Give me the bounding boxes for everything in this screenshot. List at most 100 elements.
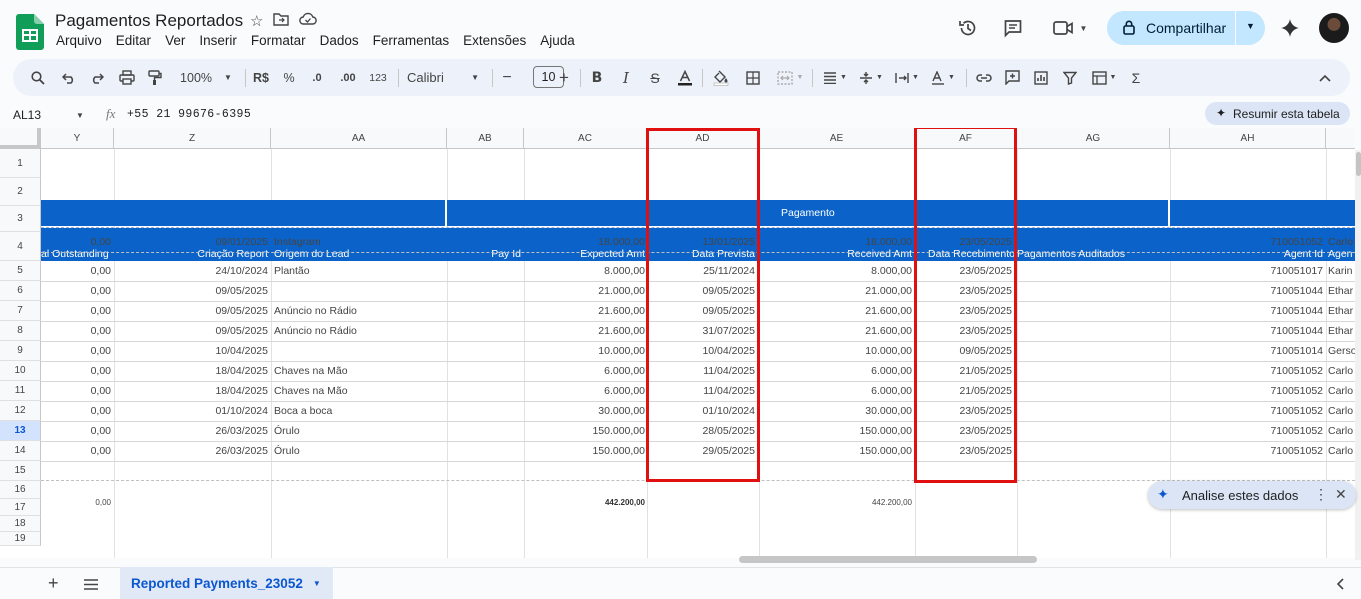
column-header-aa[interactable]: AA	[271, 128, 447, 149]
cell-agent-id[interactable]: 710051052	[1170, 401, 1323, 421]
undo-icon[interactable]	[58, 59, 80, 96]
text-color-icon[interactable]	[674, 59, 696, 96]
cell-received[interactable]: 21.600,00	[759, 321, 912, 341]
cloud-status-icon[interactable]	[299, 12, 318, 30]
column-header-ac[interactable]: AC	[524, 128, 647, 149]
row-header-12[interactable]: 12	[0, 401, 41, 421]
gemini-sparkle-icon[interactable]	[1278, 16, 1302, 40]
avatar[interactable]	[1319, 13, 1349, 43]
insert-link-icon[interactable]	[973, 59, 995, 96]
cell-criacao[interactable]: 10/04/2025	[114, 341, 268, 361]
sheet-tab-reported-payments[interactable]: Reported Payments_23052 ▼	[120, 567, 333, 599]
cell-outstanding[interactable]: 0,00	[41, 421, 111, 441]
total-received[interactable]: 442.200,00	[759, 496, 912, 510]
menu-inserir[interactable]: Inserir	[199, 33, 244, 48]
column-header-y[interactable]: Y	[41, 128, 114, 149]
row-header-6[interactable]: 6	[0, 281, 41, 301]
menu-ver[interactable]: Ver	[165, 33, 192, 48]
merge-cells-icon[interactable]: ▼	[772, 59, 808, 96]
cell-expected[interactable]: 8.000,00	[524, 261, 645, 281]
cell-outstanding[interactable]: 0,00	[41, 232, 111, 252]
cell-agent-id[interactable]: 710051044	[1170, 281, 1323, 301]
filter-views-icon[interactable]: ▼	[1087, 59, 1121, 96]
cell-expected[interactable]: 6.000,00	[524, 381, 645, 401]
cell-outstanding[interactable]: 0,00	[41, 341, 111, 361]
cell-outstanding[interactable]: 0,00	[41, 441, 111, 461]
cell-received[interactable]: 21.600,00	[759, 301, 912, 321]
borders-icon[interactable]	[742, 59, 764, 96]
cell-criacao[interactable]: 09/05/2025	[114, 281, 268, 301]
cell-agent-name[interactable]: Carlo	[1328, 381, 1355, 401]
cell-agent-name[interactable]: Karin	[1328, 261, 1355, 281]
percent-format-button[interactable]: %	[279, 59, 299, 96]
cell-origem[interactable]: Chaves na Mão	[274, 361, 444, 381]
cell-expected[interactable]: 10.000,00	[524, 341, 645, 361]
cell-outstanding[interactable]: 0,00	[41, 321, 111, 341]
cell-expected[interactable]: 30.000,00	[524, 401, 645, 421]
font-select[interactable]: Calibri ▼	[407, 59, 479, 96]
cell-outstanding[interactable]: 0,00	[41, 281, 111, 301]
cell-received[interactable]: 21.000,00	[759, 281, 912, 301]
row-header-7[interactable]: 7	[0, 301, 41, 321]
summarize-table-button[interactable]: ✦ Resumir esta tabela	[1205, 102, 1350, 125]
cell-agent-name[interactable]: Gerso	[1328, 341, 1355, 361]
version-history-icon[interactable]	[956, 16, 980, 40]
row-header-11[interactable]: 11	[0, 381, 41, 401]
add-sheet-icon[interactable]: +	[48, 573, 59, 594]
menu-extensoes[interactable]: Extensões	[463, 33, 533, 48]
formula-input[interactable]: +55 21 99676-6395	[127, 108, 251, 121]
analyze-data-chip[interactable]: ✦ Analise estes dados ⋮ ✕	[1148, 481, 1356, 509]
cell-outstanding[interactable]: 0,00	[41, 381, 111, 401]
cell-received[interactable]: 150.000,00	[759, 421, 912, 441]
cell-origem[interactable]	[274, 281, 444, 301]
cell-agent-name[interactable]: Carlo	[1328, 401, 1355, 421]
cell-agent-id[interactable]: 710051052	[1170, 381, 1323, 401]
cell-outstanding[interactable]: 0,00	[41, 261, 111, 281]
cell-expected[interactable]: 150.000,00	[524, 421, 645, 441]
cell-received[interactable]: 6.000,00	[759, 381, 912, 401]
filter-icon[interactable]	[1059, 59, 1081, 96]
name-box[interactable]: AL13	[13, 108, 41, 122]
strikethrough-icon[interactable]: S	[645, 59, 665, 96]
share-dropdown-icon[interactable]: ▼	[1246, 21, 1255, 31]
cell-expected[interactable]: 6.000,00	[524, 361, 645, 381]
increase-font-size-button[interactable]: +	[555, 59, 573, 96]
cell-received[interactable]: 18.000,00	[759, 232, 912, 252]
decrease-decimals-button[interactable]: .0	[307, 59, 327, 96]
chevron-down-icon[interactable]: ▼	[76, 111, 84, 120]
collapse-menus-icon[interactable]	[1315, 59, 1335, 96]
cell-agent-id[interactable]: 710051014	[1170, 341, 1323, 361]
decrease-font-size-button[interactable]: −	[499, 59, 515, 96]
sheets-logo-icon[interactable]	[16, 14, 44, 50]
horizontal-align-icon[interactable]: ▼	[819, 59, 851, 96]
menu-formatar[interactable]: Formatar	[251, 33, 313, 48]
redo-icon[interactable]	[86, 59, 108, 96]
more-formats-button[interactable]: 123	[366, 59, 390, 96]
cell-outstanding[interactable]: 0,00	[41, 301, 111, 321]
column-header-z[interactable]: Z	[114, 128, 271, 149]
cell-criacao[interactable]: 09/01/2025	[114, 232, 268, 252]
cell-agent-name[interactable]: Carlo	[1328, 361, 1355, 381]
meet-icon[interactable]: ▼	[1050, 16, 1090, 40]
cell-agent-name[interactable]: Carlo	[1328, 232, 1355, 252]
cell-origem[interactable]: Plantão	[274, 261, 444, 281]
insert-comment-icon[interactable]	[1001, 59, 1023, 96]
italic-icon[interactable]: I	[616, 59, 636, 96]
cell-agent-id[interactable]: 710051017	[1170, 261, 1323, 281]
row-header-5[interactable]: 5	[0, 261, 41, 281]
row-header-8[interactable]: 8	[0, 321, 41, 341]
cell-received[interactable]: 150.000,00	[759, 441, 912, 461]
cell-agent-name[interactable]: Carlo	[1328, 441, 1355, 461]
star-icon[interactable]: ☆	[250, 12, 263, 30]
print-icon[interactable]	[116, 59, 138, 96]
bold-icon[interactable]: B	[587, 59, 607, 96]
menu-editar[interactable]: Editar	[116, 33, 158, 48]
cell-received[interactable]: 6.000,00	[759, 361, 912, 381]
functions-icon[interactable]: Σ	[1126, 59, 1146, 96]
cell-received[interactable]: 8.000,00	[759, 261, 912, 281]
row-header-13[interactable]: 13	[0, 421, 41, 441]
cell-agent-name[interactable]: Ethar	[1328, 301, 1355, 321]
zoom-select[interactable]: 100% ▼	[176, 59, 236, 96]
vertical-scrollbar-thumb[interactable]	[1356, 152, 1361, 176]
column-header-ae[interactable]: AE	[759, 128, 915, 149]
